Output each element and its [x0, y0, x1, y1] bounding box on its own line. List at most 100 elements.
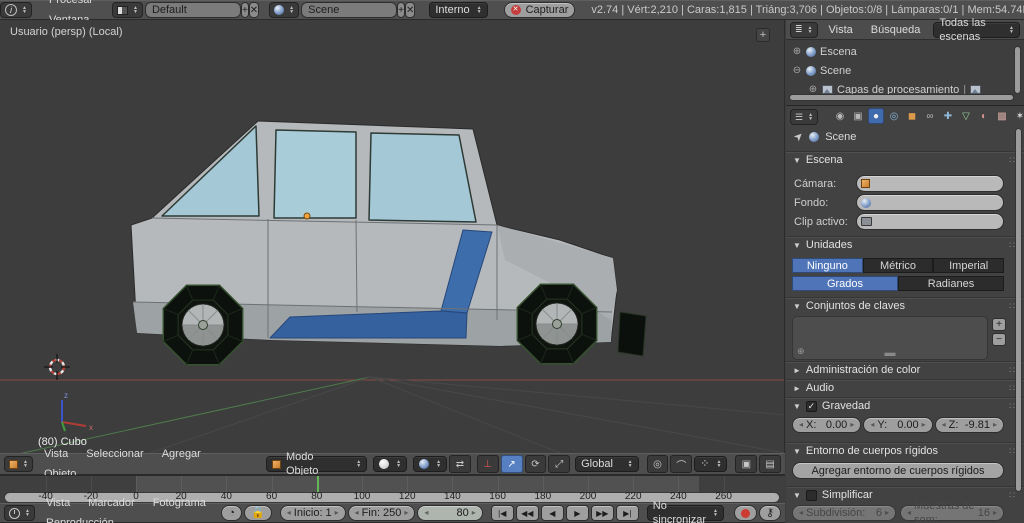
add-rigidbody-world-button[interactable]: Agregar entorno de cuerpos rígidos [792, 462, 1004, 479]
keying-sets-list[interactable]: ⊕ ▬ [792, 316, 988, 360]
number-field-subdivisin[interactable]: ◂ Subdivisión: 6 ▸ [792, 505, 896, 521]
number-field-x[interactable]: ◂ X: 0.00 ▸ [792, 417, 862, 433]
image-icon[interactable] [970, 85, 982, 94]
current-frame-marker[interactable] [316, 476, 319, 492]
decrement-arrow-icon[interactable]: ◂ [355, 506, 359, 520]
gravity-checkbox[interactable]: ✓ [805, 400, 817, 412]
simplify-checkbox[interactable] [805, 489, 817, 501]
resize-handle-icon[interactable]: ▬ [885, 347, 896, 359]
manipulate-center-points-toggle[interactable]: ⇄ [449, 455, 471, 473]
timeline-menu-marcador[interactable]: Marcador [79, 493, 143, 513]
outliner-item-label[interactable]: Scene [820, 65, 851, 77]
panel-header-units[interactable]: ▼ Unidades ∷ [786, 237, 1024, 252]
editor-type-button[interactable]: ≣ ▲ ▼ [790, 21, 818, 38]
remove-keying-set-button[interactable]: − [992, 333, 1006, 346]
outliner-menu-bsqueda[interactable]: Búsqueda [862, 20, 930, 40]
world-field[interactable] [856, 194, 1004, 211]
car-wheel-rear[interactable] [162, 284, 244, 366]
viewport-canvas[interactable]: z x [0, 20, 785, 453]
capture-button[interactable]: ✕ Capturar [503, 2, 576, 18]
button-métrico[interactable]: Métrico [862, 258, 934, 273]
increment-arrow-icon[interactable]: ▸ [404, 506, 408, 520]
editor-type-button[interactable]: ▲ ▼ [4, 505, 35, 521]
viewport-menu-agregar[interactable]: Agregar [153, 444, 210, 464]
tab-material[interactable]: ◐ [976, 108, 992, 124]
button-ninguno[interactable]: Ninguno [792, 258, 863, 273]
outliner-item-label[interactable]: Escena [820, 46, 857, 58]
rotate-manipulator-button[interactable]: ⟳ [524, 455, 547, 473]
jump-end-button[interactable]: ▶| [615, 505, 639, 521]
record-button[interactable] [733, 505, 757, 521]
add-layout-button[interactable]: + [240, 2, 249, 18]
lock-range-button[interactable]: 🔒 [244, 505, 272, 521]
pivot-selector[interactable]: ▲ ▼ [413, 456, 448, 472]
car-model[interactable] [130, 120, 647, 366]
delete-scene-button[interactable]: ✕ [404, 2, 416, 18]
tab-particles[interactable]: ✶ [1012, 108, 1024, 124]
frame-start-field[interactable]: ◂ Inicio: 1 ▸ [279, 505, 346, 521]
timeline-menu-vista[interactable]: Vista [37, 493, 79, 513]
current-frame-field[interactable]: ◂ 80 ▸ [417, 505, 483, 521]
decrement-arrow-icon[interactable]: ◂ [287, 506, 291, 520]
panel-header-gravity[interactable]: ▼ ✓ Gravedad ∷ [786, 398, 1024, 413]
button-grados[interactable]: Grados [792, 276, 898, 291]
tab-texture[interactable]: ▩ [994, 108, 1010, 124]
orientation-selector[interactable]: Global ▲ ▼ [575, 456, 639, 472]
number-field-y[interactable]: ◂ Y: 0.00 ▸ [863, 417, 933, 433]
timeline-menu-reproduccin[interactable]: Reproducción [37, 513, 123, 523]
number-field-muestrasdesom[interactable]: ◂ Muestras de som: 16 ▸ [900, 500, 1004, 523]
panel-header-colormanagement[interactable]: ► Administración de color ∷ [786, 362, 1024, 377]
outliner-row[interactable]: ⊕ Escena [786, 44, 1024, 59]
shading-selector[interactable]: ▲ ▼ [373, 456, 408, 472]
mode-selector[interactable]: Modo Objeto ▲ ▼ [266, 451, 368, 477]
increment-arrow-icon[interactable]: ▸ [472, 506, 476, 520]
prev-keyframe-button[interactable]: ◀◀ [515, 505, 539, 521]
screen-layout-icon-button[interactable]: ▲ ▼ [111, 2, 143, 18]
outliner-horizontal-scrollbar[interactable] [789, 94, 1014, 101]
tab-render[interactable]: ◉ [832, 108, 848, 124]
tab-world[interactable]: ◎ [886, 108, 902, 124]
frame-end-field[interactable]: ◂ Fin: 250 ▸ [347, 505, 416, 521]
outliner-vertical-scrollbar[interactable] [1014, 46, 1021, 94]
render-engine-selector[interactable]: Interno ▲ ▼ [429, 2, 488, 18]
editor-type-button[interactable]: ☰ ▲ ▼ [790, 109, 819, 125]
panel-header-simplify[interactable]: ▼ Simplificar ∷ [786, 487, 1024, 502]
tab-scene[interactable]: ● [868, 108, 884, 124]
button-radianes[interactable]: Radianes [898, 276, 1004, 291]
panel-header-rigidbody[interactable]: ▼ Entorno de cuerpos rígidos ∷ [786, 443, 1024, 458]
tab-render-layers[interactable]: ▣ [850, 108, 866, 124]
render-opengl-button[interactable]: ▣ [735, 455, 758, 473]
panel-header-scene[interactable]: ▼ Escena ∷ [786, 152, 1024, 167]
screen-layout-selector[interactable]: Default [144, 2, 241, 18]
add-scene-button[interactable]: + [397, 2, 405, 18]
add-keying-set-button[interactable]: + [992, 318, 1006, 331]
movieclip-field[interactable] [856, 213, 1004, 230]
outliner-filter-selector[interactable]: Todas las escenas ▲ ▼ [933, 17, 1020, 43]
render-opengl-anim-button[interactable]: ▤ [759, 455, 782, 473]
filter-plus-icon[interactable]: ⊕ [797, 346, 805, 357]
expander-icon[interactable]: ⊕ [792, 46, 802, 57]
outliner-row[interactable]: ⊖ Scene [786, 63, 1024, 78]
timeline-menu-fotograma[interactable]: Fotograma [144, 493, 215, 513]
delete-layout-button[interactable]: ✕ [248, 2, 260, 18]
region-toggle-plus-button[interactable]: + [756, 28, 770, 42]
scale-manipulator-button[interactable]: ⤢ [548, 455, 571, 473]
manipulator-axis-icon[interactable]: ⊥ [476, 455, 499, 473]
tab-object[interactable]: ◼ [904, 108, 920, 124]
sync-mode-selector[interactable]: No sincronizar ▲ ▼ [646, 500, 724, 523]
scene-selector[interactable]: Scene [301, 2, 398, 18]
play-button[interactable]: ▶ [565, 505, 589, 521]
panel-header-keyingsets[interactable]: ▼ Conjuntos de claves ∷ [786, 298, 1024, 313]
increment-arrow-icon[interactable]: ▸ [335, 506, 339, 520]
editor-type-button[interactable]: ▲ ▼ [4, 456, 33, 472]
tab-constraints[interactable]: ∞ [922, 108, 938, 124]
camera-object-field[interactable] [856, 175, 1004, 192]
decrement-arrow-icon[interactable]: ◂ [424, 506, 428, 520]
keying-set-button[interactable]: ⚷ [758, 505, 781, 521]
outliner-menu-vista[interactable]: Vista [820, 20, 862, 40]
viewport-3d[interactable]: z x Usuario (persp) (Local) (80) Cubo + [0, 20, 785, 453]
editor-type-button[interactable]: i ▲ ▼ [0, 2, 32, 18]
panel-header-audio[interactable]: ► Audio ∷ [786, 380, 1024, 395]
next-keyframe-button[interactable]: ▶▶ [590, 505, 614, 521]
viewport-menu-seleccionar[interactable]: Seleccionar [77, 444, 152, 464]
